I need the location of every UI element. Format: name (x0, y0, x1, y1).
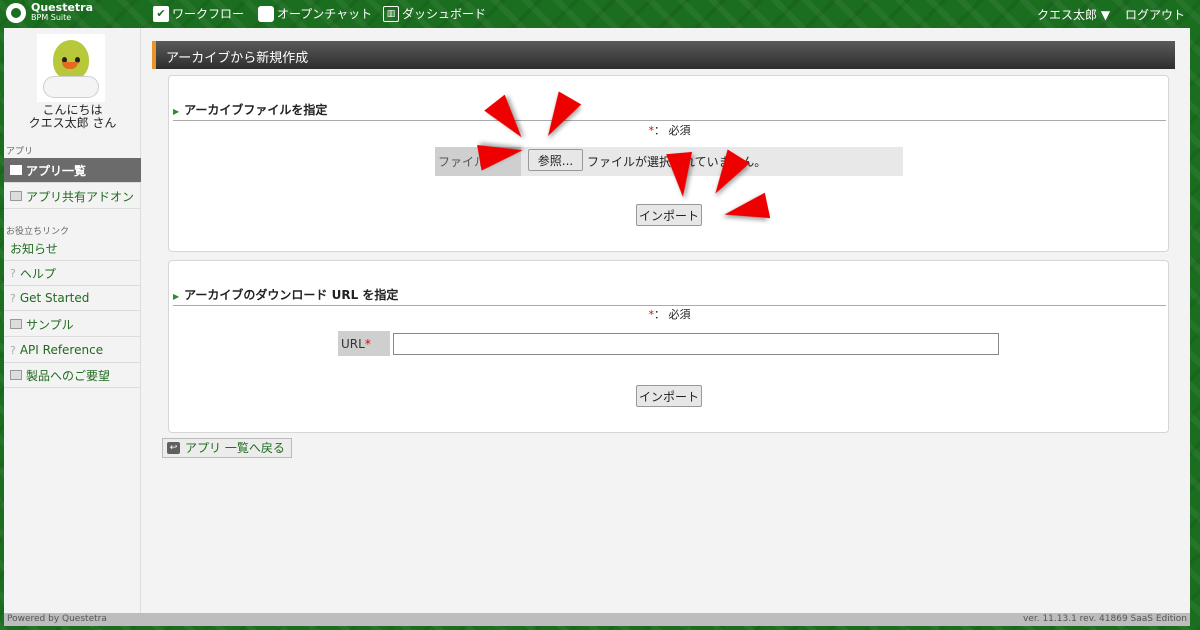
sample-icon (10, 319, 22, 329)
powered-by: Powered by Questetra (7, 614, 107, 624)
feedback-icon (10, 370, 22, 380)
question-icon: ? (10, 266, 16, 280)
logo-line1: Questetra (31, 1, 94, 14)
question-icon: ? (10, 343, 16, 357)
mascot-head (53, 40, 89, 80)
archive-url-panel: ▶ アーカイブのダウンロード URL を指定 *： 必須 URL * インポート (168, 260, 1169, 433)
back-button-label: アプリ 一覧へ戻る (185, 441, 285, 455)
top-bar: Questetra BPM Suite ✔ ワークフロー オープンチャット ▥ … (0, 0, 1200, 28)
main-content: アーカイブから新規作成 ▶ アーカイブファイルを指定 *： 必須 ファイル 参照.… (141, 28, 1190, 613)
archive-file-heading-text: アーカイブファイルを指定 (184, 103, 328, 117)
nav-dashboard[interactable]: ▥ ダッシュボード (383, 5, 486, 22)
sidebar-item-addon[interactable]: アプリ共有アドオン (4, 184, 141, 209)
archive-url-heading: ▶ アーカイブのダウンロード URL を指定 (173, 286, 1166, 306)
addon-search-icon (10, 191, 22, 201)
logo-line2: BPM Suite (31, 13, 72, 22)
dashboard-icon: ▥ (383, 5, 399, 22)
nav-open-chat[interactable]: オープンチャット (258, 5, 372, 22)
archive-url-heading-text: アーカイブのダウンロード URL を指定 (184, 288, 399, 302)
greeting-user: クエス太郎 さん (28, 116, 117, 130)
greeting: こんにちは クエス太郎 さん (4, 104, 141, 130)
import-url-button[interactable]: インポート (636, 385, 702, 407)
nav-workflow[interactable]: ✔ ワークフロー (153, 5, 244, 22)
chat-bubble-icon (258, 5, 274, 22)
mascot-cloud (43, 76, 99, 98)
required-note: *： 必須 (169, 306, 1170, 322)
sidebar-item-news[interactable]: お知らせ (4, 236, 141, 261)
sidebar-item-help[interactable]: ? ヘルプ (4, 261, 141, 286)
user-menu[interactable]: クエス太郎 ▼ (1037, 6, 1110, 23)
url-field-label: URL * (338, 331, 390, 356)
sidebar-item-sample[interactable]: サンプル (4, 312, 141, 337)
sidebar-item-label: 製品へのご要望 (26, 368, 111, 383)
sidebar-item-get-started[interactable]: ? Get Started (4, 286, 141, 311)
questetra-logo-icon (6, 3, 26, 23)
annotation-arrow-icon (666, 151, 696, 199)
app-list-icon (10, 165, 22, 175)
sidebar-item-label: お知らせ (10, 241, 58, 256)
sidebar-item-label: サンプル (26, 317, 74, 332)
sidebar-item-feedback[interactable]: 製品へのご要望 (4, 363, 141, 388)
footer: Powered by Questetra ver. 11.13.1 rev. 4… (4, 613, 1190, 626)
sidebar-item-label: Get Started (19, 291, 90, 305)
triangle-icon: ▶ (173, 107, 180, 116)
sidebar-item-label: アプリ一覧 (26, 163, 87, 178)
required-note: *： 必須 (169, 122, 1170, 138)
import-file-button[interactable]: インポート (636, 204, 702, 226)
sidebar-item-label: アプリ共有アドオン (26, 189, 135, 204)
url-label-text: URL (341, 336, 365, 351)
required-note-text: ： 必須 (654, 124, 691, 137)
nav-open-chat-label: オープンチャット (277, 7, 373, 21)
archive-file-heading: ▶ アーカイブファイルを指定 (173, 101, 1166, 121)
required-note-text: ： 必須 (654, 308, 691, 321)
sidebar-item-label: API Reference (19, 343, 104, 357)
questetra-logo[interactable]: Questetra BPM Suite (6, 1, 94, 23)
sidebar-item-label: ヘルプ (19, 266, 56, 281)
version-info: ver. 11.13.1 rev. 41869 SaaS Edition (1022, 614, 1187, 624)
logout-link[interactable]: ログアウト (1125, 6, 1185, 23)
nav-dashboard-label: ダッシュボード (402, 7, 487, 21)
browse-button[interactable]: 参照... (528, 149, 583, 171)
question-icon: ? (10, 291, 16, 305)
back-to-app-list-button[interactable]: ↩ アプリ 一覧へ戻る (162, 438, 292, 458)
avatar[interactable] (37, 34, 105, 102)
url-required-star: * (364, 336, 371, 351)
app-section-title: アプリ (6, 147, 34, 157)
page-title: アーカイブから新規作成 (152, 41, 1175, 69)
triangle-icon: ▶ (173, 292, 180, 301)
check-icon: ✔ (153, 5, 169, 22)
sidebar-item-app-list[interactable]: アプリ一覧 (4, 158, 141, 183)
back-arrow-icon: ↩ (167, 442, 180, 454)
sidebar-item-api-reference[interactable]: ? API Reference (4, 338, 141, 363)
nav-workflow-label: ワークフロー (172, 7, 245, 21)
url-input[interactable] (393, 333, 999, 355)
sidebar: こんにちは クエス太郎 さん アプリ アプリ一覧 アプリ共有アドオン お役立ちリ… (4, 28, 141, 613)
